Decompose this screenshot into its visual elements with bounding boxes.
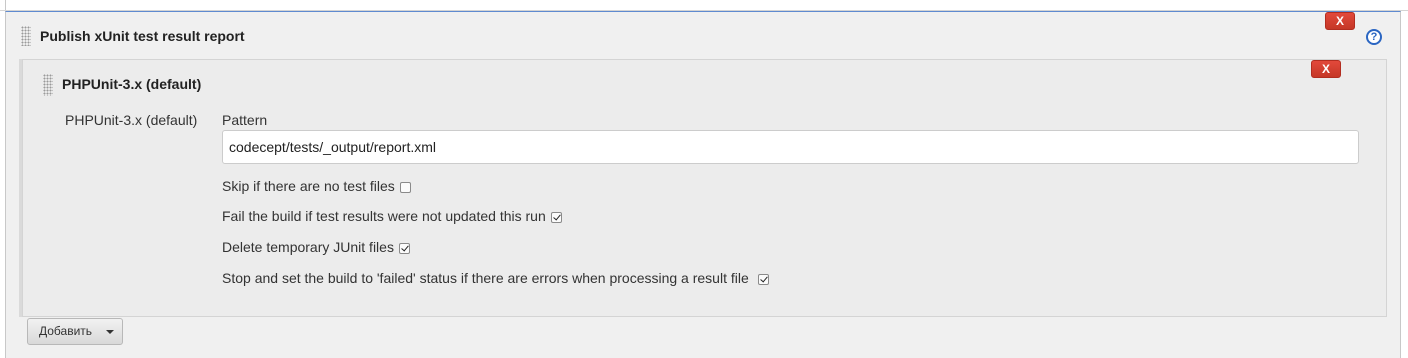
skip-no-files-checkbox[interactable] [399,182,411,193]
add-button[interactable]: Добавить [27,318,123,345]
tool-title: PHPUnit-3.x (default) [62,76,202,92]
help-icon[interactable]: ? [1366,29,1382,45]
top-divider-line [5,0,6,10]
option-fail-not-updated: Fail the build if test results were not … [222,208,562,224]
delete-temp-junit-checkbox[interactable] [398,243,410,254]
section-title: Publish xUnit test result report [40,28,245,44]
option-label: Fail the build if test results were not … [222,208,546,224]
option-label: Skip if there are no test files [222,178,395,194]
pattern-label: Pattern [222,112,268,128]
delete-step-button[interactable]: X [1325,12,1355,30]
stop-on-errors-checkbox[interactable] [757,274,769,285]
drag-handle-icon[interactable] [21,26,31,46]
option-label: Stop and set the build to 'failed' statu… [222,270,749,286]
option-label: Delete temporary JUnit files [222,239,394,255]
top-divider [0,0,1408,11]
option-skip-no-files: Skip if there are no test files [222,178,411,194]
pattern-input[interactable] [222,130,1359,164]
add-button-label: Добавить [39,324,93,338]
fail-not-updated-checkbox[interactable] [550,212,562,223]
option-stop-on-errors: Stop and set the build to 'failed' statu… [222,270,769,286]
tool-field-label: PHPUnit-3.x (default) [65,112,198,128]
drag-handle-icon[interactable] [43,74,53,96]
option-delete-temp-junit: Delete temporary JUnit files [222,239,410,255]
phpunit-tool-panel: PHPUnit-3.x (default) X PHPUnit-3.x (def… [22,59,1387,317]
delete-tool-button[interactable]: X [1311,60,1341,78]
caret-down-icon [106,330,114,334]
publish-xunit-section: Publish xUnit test result report X ? PHP… [5,11,1401,358]
